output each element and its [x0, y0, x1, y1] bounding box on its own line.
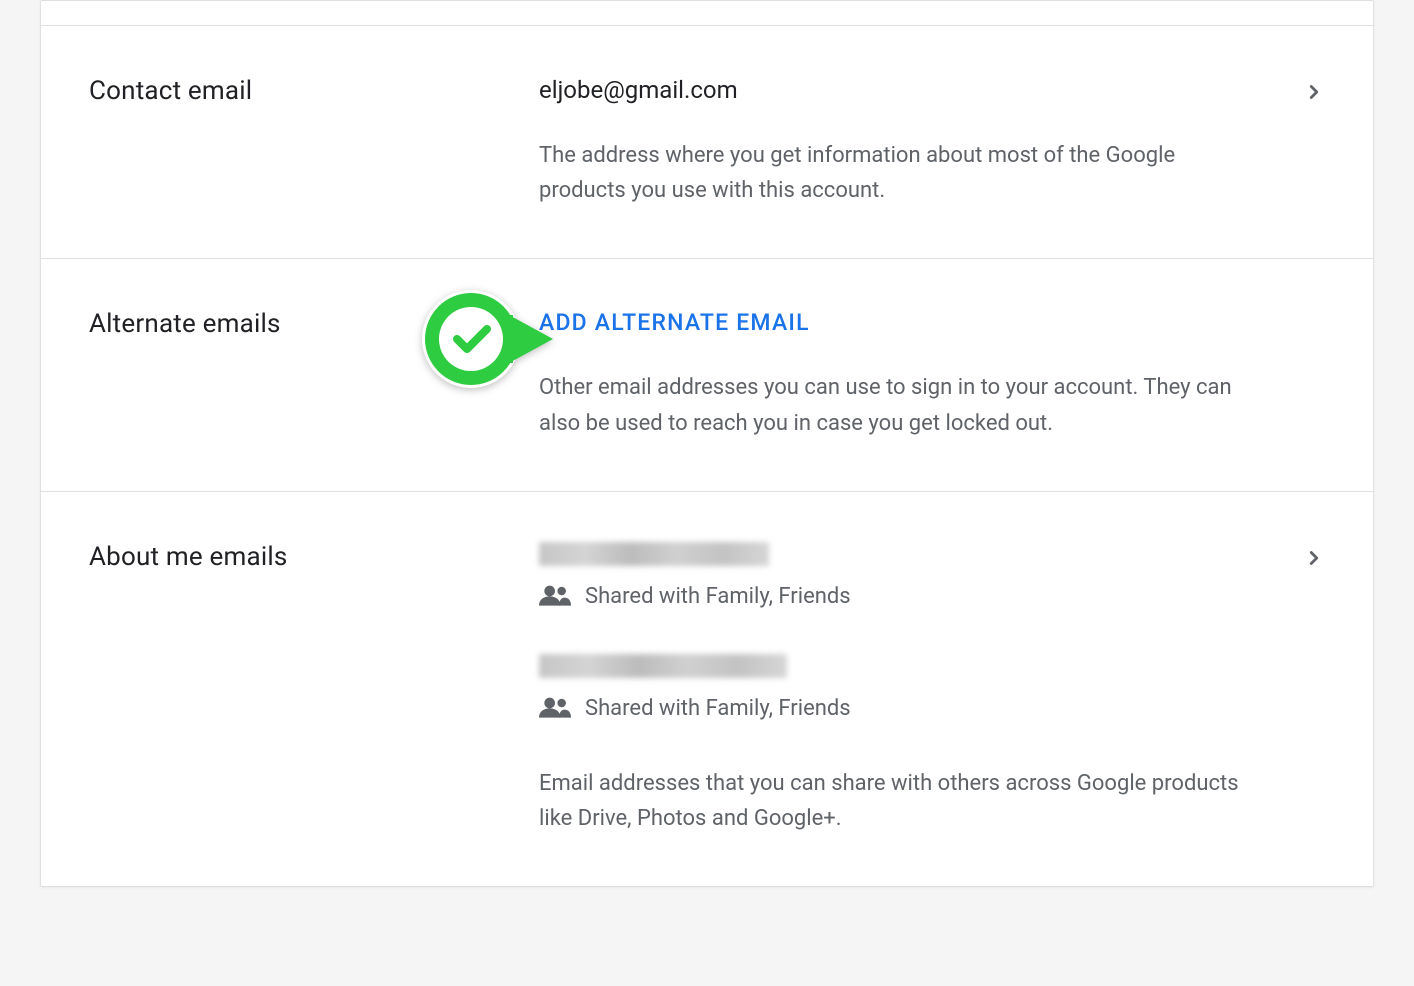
redacted-email-2 [539, 654, 787, 678]
contact-email-value-col: eljobe@gmail.com The address where you g… [539, 76, 1325, 208]
shared-text-2: Shared with Family, Friends [585, 696, 851, 721]
checkmark-pointer-icon [421, 289, 561, 393]
contact-email-row[interactable]: Contact email eljobe@gmail.com The addre… [41, 25, 1373, 258]
contact-email-label: Contact email [89, 76, 539, 106]
alternate-emails-row: Alternate emails ADD ALTERNATE EMAIL Oth… [41, 258, 1373, 490]
people-icon [539, 696, 571, 722]
about-me-emails-description: Email addresses that you can share with … [539, 766, 1265, 836]
contact-email-value: eljobe@gmail.com [539, 76, 1265, 104]
chevron-right-icon [1303, 81, 1325, 107]
alternate-emails-value-col: ADD ALTERNATE EMAIL Other email addresse… [539, 309, 1325, 440]
shared-info-1: Shared with Family, Friends [539, 584, 1265, 610]
contact-email-label-col: Contact email [89, 76, 539, 208]
chevron-right-icon [1303, 547, 1325, 573]
people-icon [539, 584, 571, 610]
about-me-emails-value-col: Shared with Family, Friends Shared with … [539, 542, 1325, 836]
shared-text-1: Shared with Family, Friends [585, 584, 851, 609]
contact-email-description: The address where you get information ab… [539, 138, 1265, 208]
about-me-emails-row[interactable]: About me emails Shared with Family, Frie… [41, 491, 1373, 886]
alternate-emails-description: Other email addresses you can use to sig… [539, 370, 1265, 440]
add-alternate-email-link[interactable]: ADD ALTERNATE EMAIL [539, 309, 810, 336]
card-top-stub [41, 1, 1373, 25]
shared-info-2: Shared with Family, Friends [539, 696, 1265, 722]
about-me-emails-label-col: About me emails [89, 542, 539, 836]
redacted-email-1 [539, 542, 769, 566]
settings-card: Contact email eljobe@gmail.com The addre… [40, 0, 1374, 887]
about-me-emails-label: About me emails [89, 542, 539, 572]
